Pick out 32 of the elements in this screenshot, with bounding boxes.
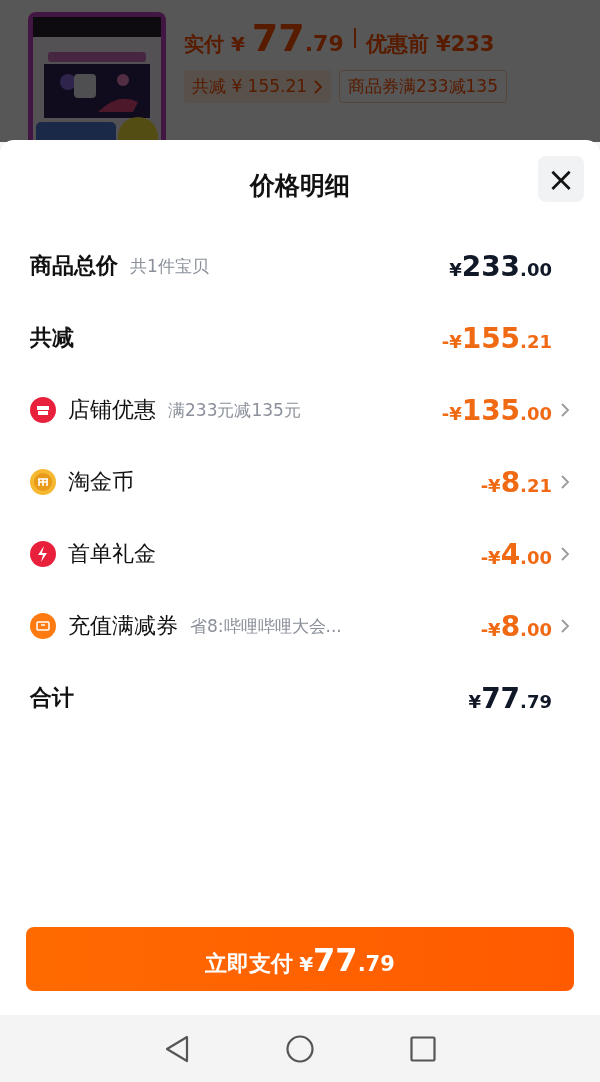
row-label: 店铺优惠 — [68, 396, 156, 424]
home-icon[interactable] — [286, 1034, 314, 1063]
amount: ¥233.00 — [449, 249, 552, 283]
ticket-icon — [30, 613, 56, 639]
row-label: 合计 — [30, 684, 74, 712]
chevron-icon — [313, 78, 324, 95]
amount: -¥135.00 — [441, 393, 552, 427]
paid-price: 实付 ¥ 77.79 — [184, 16, 344, 60]
recents-icon[interactable] — [410, 1035, 436, 1062]
original-price: 优惠前 ¥233 — [365, 31, 495, 58]
row-label: 商品总价 — [30, 252, 118, 280]
row-note: 满233元减135元 — [168, 398, 301, 422]
back-icon[interactable] — [164, 1034, 190, 1063]
coin-icon — [30, 469, 56, 495]
row-note: 省8:哔哩哔哩大会... — [190, 614, 342, 638]
discount-tag[interactable]: 商品券满233减135 — [339, 70, 507, 103]
close-button[interactable]: × — [538, 156, 584, 202]
row-label: 首单礼金 — [68, 540, 156, 568]
amount: -¥4.00 — [480, 537, 552, 571]
row-label: 充值满减券 — [68, 612, 178, 640]
row-note: 共1件宝贝 — [130, 254, 209, 278]
discount-tag[interactable]: 共减 ¥ 155.21 — [184, 70, 332, 103]
amount: -¥155.21 — [441, 321, 552, 355]
store-icon — [30, 397, 56, 423]
row-label: 共减 — [30, 324, 74, 352]
amount: ¥77.79 — [468, 681, 552, 715]
pay-button[interactable]: 立即支付 ¥77.79 — [26, 927, 574, 991]
amount: -¥8.21 — [480, 465, 552, 499]
amount: -¥8.00 — [480, 609, 552, 643]
row-label: 淘金币 — [68, 468, 134, 496]
sheet-title: 价格明细 — [250, 169, 350, 202]
lightning-icon — [30, 541, 56, 567]
